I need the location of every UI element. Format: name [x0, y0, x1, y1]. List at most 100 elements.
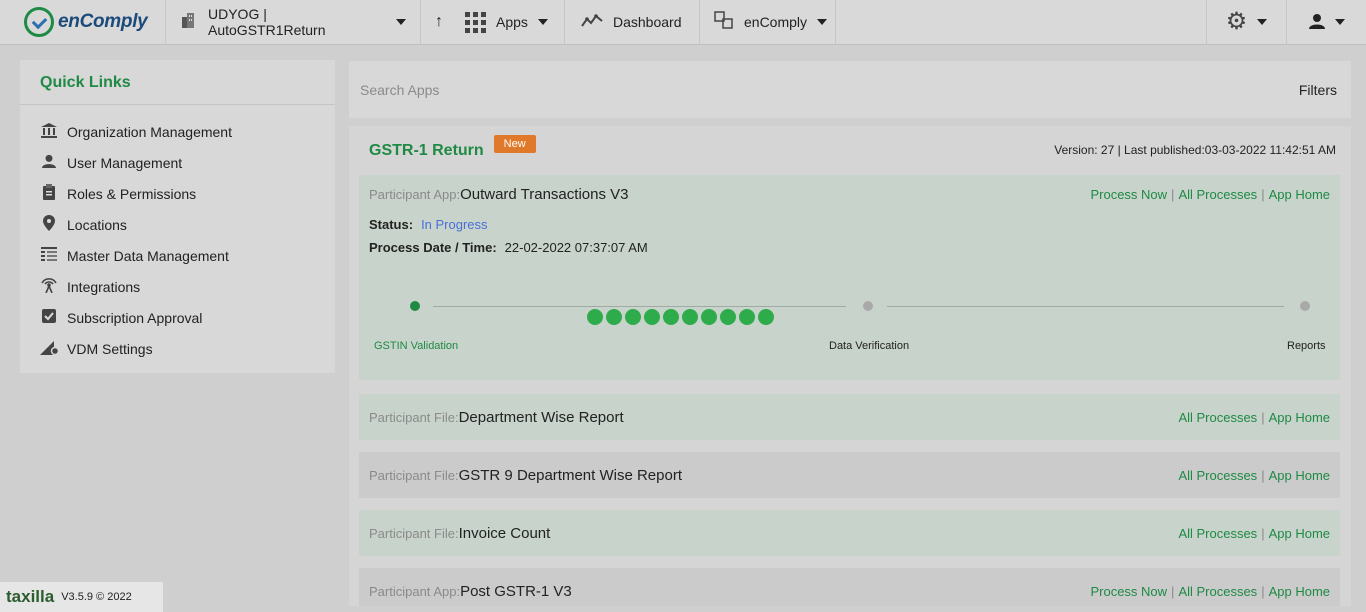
up-arrow-button[interactable]: ↑ [421, 0, 451, 45]
participant-type-label: Participant App: [369, 583, 461, 599]
antenna-icon [40, 277, 58, 296]
app-home-link[interactable]: App Home [1269, 410, 1330, 425]
stepper-connector [433, 306, 846, 307]
row-links: All Processes | App Home [1178, 468, 1330, 483]
participant-type-label: Participant File: [369, 467, 459, 483]
process-date-value: 22-02-2022 07:37:07 AM [504, 239, 648, 255]
search-apps-bar: Filters [349, 61, 1351, 118]
all-processes-link[interactable]: All Processes [1178, 526, 1257, 541]
new-badge: New [493, 135, 536, 153]
product-switcher[interactable]: enComply [700, 0, 836, 45]
quick-link-label: Master Data Management [67, 247, 229, 264]
row-header: Participant File: Invoice Count All Proc… [359, 510, 1340, 556]
participant-name: Outward Transactions V3 [460, 185, 629, 203]
quick-links-title: Quick Links [20, 60, 335, 105]
row-header: Participant App: Outward Transactions V3… [359, 175, 1340, 213]
participant-type-label: Participant App: [369, 186, 461, 202]
card-header: GSTR-1 Return New Version: 27 | Last pub… [349, 126, 1351, 174]
user-menu[interactable] [1286, 0, 1366, 45]
all-processes-link[interactable]: All Processes [1178, 584, 1257, 599]
step-label-reports: Reports [1287, 340, 1326, 352]
filters-button[interactable]: Filters [1299, 82, 1340, 98]
app-home-link[interactable]: App Home [1269, 526, 1330, 541]
chevron-down-icon [396, 19, 406, 25]
organization-name: UDYOG | AutoGSTR1Return [208, 6, 326, 38]
participant-row-outward-transactions: Participant App: Outward Transactions V3… [359, 175, 1340, 380]
process-date-label: Process Date / Time: [369, 239, 497, 255]
link-separator: | [1171, 186, 1175, 202]
stepper-connector [887, 306, 1284, 307]
user-icon [40, 154, 58, 171]
quick-link-subscription-approval[interactable]: Subscription Approval [20, 302, 335, 333]
quick-link-integrations[interactable]: Integrations [20, 271, 335, 302]
card-title[interactable]: GSTR-1 Return [369, 142, 484, 160]
settings-triangle-icon [40, 339, 60, 358]
app-home-link[interactable]: App Home [1269, 187, 1330, 202]
participant-type-label: Participant File: [369, 525, 459, 541]
all-processes-link[interactable]: All Processes [1178, 468, 1257, 483]
process-date-line: Process Date / Time: 22-02-2022 07:37:07… [359, 235, 1340, 259]
chevron-down-icon [1334, 19, 1345, 25]
step-dot-data-verification [863, 301, 873, 311]
all-processes-link[interactable]: All Processes [1178, 410, 1257, 425]
status-line: Status: In Progress [359, 213, 1340, 235]
apps-menu[interactable]: Apps [451, 0, 565, 45]
status-value[interactable]: In Progress [421, 217, 487, 232]
link-separator: | [1171, 583, 1175, 599]
switch-icon [714, 10, 734, 34]
quick-link-master-data-management[interactable]: Master Data Management [20, 240, 335, 271]
brand-logo[interactable]: enComply [0, 0, 166, 45]
quick-link-organization-management[interactable]: Organization Management [20, 116, 335, 147]
process-now-link[interactable]: Process Now [1090, 584, 1167, 599]
dashboard-link[interactable]: Dashboard [565, 0, 700, 45]
quick-link-label: Subscription Approval [67, 309, 203, 326]
topbar-right: ⚙ [1206, 0, 1366, 45]
app-home-link[interactable]: App Home [1269, 584, 1330, 599]
quick-links-panel: Quick Links Organization Management User… [20, 60, 335, 373]
product-label: enComply [744, 14, 808, 30]
quick-links-list: Organization Management User Management … [20, 105, 335, 364]
logo-check-icon [24, 7, 54, 37]
row-header: Participant App: Post GSTR-1 V3 Process … [359, 568, 1340, 606]
bank-icon [40, 122, 58, 141]
app-home-link[interactable]: App Home [1269, 468, 1330, 483]
map-pin-icon [40, 215, 58, 234]
step-label-gstin-validation: GSTIN Validation [374, 340, 459, 352]
row-links: All Processes | App Home [1178, 410, 1330, 425]
participant-row-department-wise-report: Participant File: Department Wise Report… [359, 394, 1340, 440]
quick-link-vdm-settings[interactable]: VDM Settings [20, 333, 335, 364]
participant-name: Invoice Count [458, 524, 551, 542]
row-header: Participant File: GSTR 9 Department Wise… [359, 452, 1340, 498]
link-separator: | [1261, 186, 1265, 202]
brand-name: enComply [58, 11, 148, 32]
progress-loader [587, 309, 774, 325]
status-label: Status: [369, 216, 414, 232]
all-processes-link[interactable]: All Processes [1178, 187, 1257, 202]
link-separator: | [1261, 525, 1265, 541]
participant-name: GSTR 9 Department Wise Report [458, 466, 682, 484]
footer-branding: taxilla V3.5.9 © 2022 [0, 582, 163, 612]
version-info: Version: 27 | Last published:03-03-2022 … [1054, 143, 1336, 157]
link-separator: | [1261, 409, 1265, 425]
quick-link-label: Integrations [67, 278, 141, 295]
step-dot-reports [1300, 301, 1310, 311]
organization-selector[interactable]: UDYOG | AutoGSTR1Return [166, 0, 421, 45]
footer-brand: taxilla [6, 587, 55, 606]
step-dot-gstin-validation [410, 301, 420, 311]
user-icon [1308, 13, 1325, 32]
settings-menu[interactable]: ⚙ [1206, 0, 1286, 45]
participant-row-invoice-count: Participant File: Invoice Count All Proc… [359, 510, 1340, 556]
quick-link-locations[interactable]: Locations [20, 209, 335, 240]
row-links: Process Now | All Processes | App Home [1090, 584, 1330, 599]
participant-type-label: Participant File: [369, 409, 459, 425]
quick-link-roles-permissions[interactable]: Roles & Permissions [20, 178, 335, 209]
link-separator: | [1261, 467, 1265, 483]
quick-link-label: Organization Management [67, 123, 232, 140]
search-apps-input[interactable] [360, 81, 1299, 98]
quick-link-user-management[interactable]: User Management [20, 147, 335, 178]
process-now-link[interactable]: Process Now [1090, 187, 1167, 202]
chevron-down-icon [1257, 19, 1268, 25]
row-header: Participant File: Department Wise Report… [359, 394, 1340, 440]
quick-link-label: Locations [67, 216, 127, 233]
participant-row-gstr9-department-wise-report: Participant File: GSTR 9 Department Wise… [359, 452, 1340, 498]
